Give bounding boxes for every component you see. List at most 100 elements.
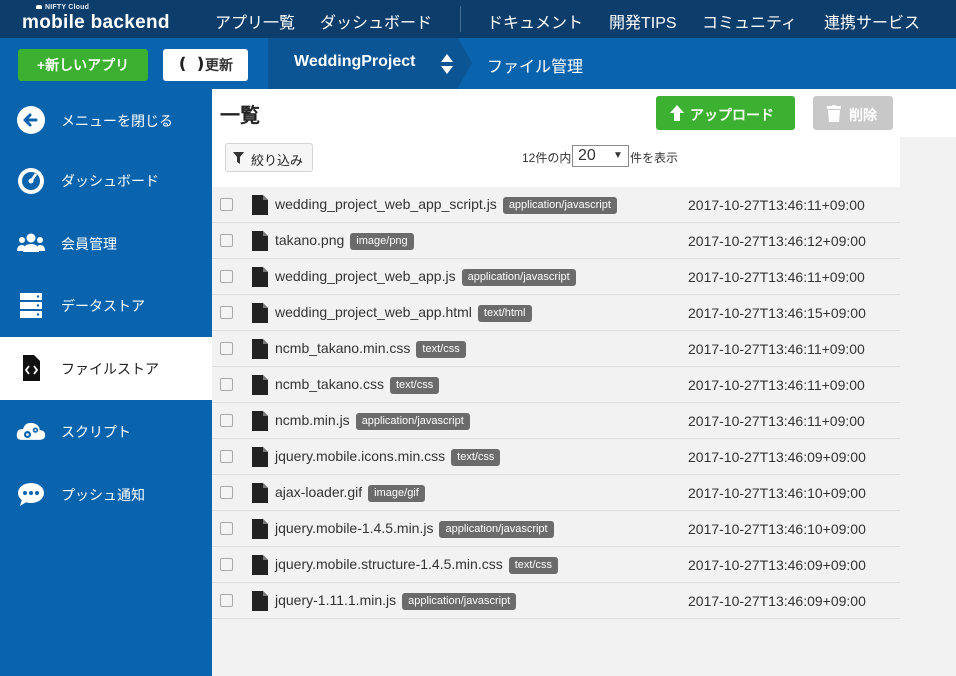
file-updated-date: 2017-10-27T13:46:11+09:00 [688, 413, 865, 429]
row-checkbox[interactable] [220, 594, 233, 607]
file-name[interactable]: jquery.mobile.structure-1.4.5.min.css [275, 556, 503, 572]
row-checkbox[interactable] [220, 198, 233, 211]
file-name-cell[interactable]: jquery-1.11.1.min.js application/javascri… [275, 592, 517, 610]
file-name-cell[interactable]: takano.png image/png [275, 232, 414, 250]
row-checkbox[interactable] [220, 522, 233, 535]
breadcrumb[interactable]: ファイル管理 [487, 53, 583, 77]
database-icon [20, 293, 42, 318]
nav-app-list[interactable]: アプリ一覧 [215, 9, 295, 33]
file-updated-date: 2017-10-27T13:46:11+09:00 [688, 377, 865, 393]
file-name[interactable]: ncmb.min.js [275, 412, 350, 428]
table-row[interactable]: jquery.mobile-1.4.5.min.js application/ja… [212, 511, 900, 547]
file-name-cell[interactable]: jquery.mobile.icons.min.css text/css [275, 448, 501, 466]
sidebar-item-users[interactable]: 会員管理 [0, 212, 212, 275]
file-updated-date: 2017-10-27T13:46:10+09:00 [688, 521, 866, 537]
file-icon [252, 483, 268, 503]
filter-icon [233, 152, 244, 164]
file-name-cell[interactable]: ncmb_takano.css text/css [275, 376, 440, 394]
nav-documents[interactable]: ドキュメント [487, 9, 583, 33]
row-checkbox[interactable] [220, 486, 233, 499]
refresh-button[interactable]: ❪ ❫ 更新 [163, 49, 248, 81]
mime-type-badge: application/javascript [355, 413, 470, 430]
table-row[interactable]: wedding_project_web_app.js application/ja… [212, 259, 900, 295]
row-checkbox[interactable] [220, 306, 233, 319]
file-name-cell[interactable]: ncmb.min.js application/javascript [275, 412, 470, 430]
gauge-icon [18, 168, 44, 194]
mime-type-badge: text/css [416, 341, 466, 358]
table-row[interactable]: jquery.mobile.icons.min.css text/css 2017-… [212, 439, 900, 475]
file-name[interactable]: ncmb_takano.css [275, 376, 384, 392]
table-row[interactable]: ncmb_takano.css text/css 2017-10-27T13:46:… [212, 367, 900, 403]
sidebar-item-dashboard[interactable]: ダッシュボード [0, 149, 212, 212]
file-icon [252, 591, 268, 611]
file-updated-date: 2017-10-27T13:46:11+09:00 [688, 341, 865, 357]
logo-small-text: NIFTY Cloud [36, 4, 89, 11]
table-row[interactable]: wedding_project_web_app_script.js applica… [212, 187, 900, 223]
file-icon [252, 519, 268, 539]
nav-tips[interactable]: 開発TIPS [609, 9, 677, 33]
file-name-cell[interactable]: ncmb_takano.min.css text/css [275, 340, 466, 358]
list-header: 一覧 アップロード 削除 絞り込み 12件の内 20 ▼ 件を表示 [212, 89, 900, 187]
file-name[interactable]: ajax-loader.gif [275, 484, 362, 500]
file-name[interactable]: jquery.mobile-1.4.5.min.js [275, 520, 433, 536]
row-checkbox[interactable] [220, 234, 233, 247]
nav-dashboard[interactable]: ダッシュボード [320, 9, 432, 33]
arrow-left-icon [17, 106, 45, 134]
sidebar-item-close-menu[interactable]: メニューを閉じる [0, 89, 212, 152]
new-app-button[interactable]: +新しいアプリ [18, 49, 148, 81]
file-name[interactable]: wedding_project_web_app_script.js [275, 196, 497, 212]
file-updated-date: 2017-10-27T13:46:11+09:00 [688, 197, 865, 213]
nav-community[interactable]: コミュニティ [702, 9, 797, 33]
sidebar-item-label: 会員管理 [61, 236, 117, 252]
nav-integrations[interactable]: 連携サービス [824, 9, 920, 33]
file-icon [252, 411, 268, 431]
filter-button[interactable]: 絞り込み [225, 143, 313, 172]
file-name-cell[interactable]: jquery.mobile.structure-1.4.5.min.css tex… [275, 556, 559, 574]
file-name[interactable]: jquery-1.11.1.min.js [275, 592, 396, 608]
mime-type-badge: image/png [350, 233, 414, 250]
file-name[interactable]: wedding_project_web_app.js [275, 268, 456, 284]
file-name-cell[interactable]: jquery.mobile-1.4.5.min.js application/ja… [275, 520, 554, 538]
table-row[interactable]: ajax-loader.gif image/gif 2017-10-27T13:46… [212, 475, 900, 511]
upload-button[interactable]: アップロード [656, 96, 795, 130]
mime-type-badge: application/javascript [502, 197, 617, 214]
file-name-cell[interactable]: wedding_project_web_app_script.js applica… [275, 196, 617, 214]
sidebar-item-filestore[interactable]: ファイルストア [0, 337, 212, 400]
sidebar-item-label: ダッシュボード [61, 173, 159, 189]
file-name[interactable]: takano.png [275, 232, 344, 248]
file-icon [252, 303, 268, 323]
logo[interactable]: NIFTY Cloud mobile backend [22, 4, 172, 34]
per-page-select[interactable]: 20 ▼ [572, 145, 629, 167]
table-row[interactable]: ncmb.min.js application/javascript 2017-10… [212, 403, 900, 439]
file-icon [252, 447, 268, 467]
row-checkbox[interactable] [220, 270, 233, 283]
file-name-cell[interactable]: wedding_project_web_app.html text/html [275, 304, 532, 322]
mime-type-badge: text/css [389, 377, 440, 394]
project-selector[interactable]: WeddingProject [268, 38, 472, 89]
top-navbar: NIFTY Cloud mobile backend アプリ一覧 ダッシュボード… [0, 0, 956, 38]
sidebar-item-push[interactable]: プッシュ通知 [0, 463, 212, 526]
table-row[interactable]: jquery.mobile.structure-1.4.5.min.css tex… [212, 547, 900, 583]
file-name-cell[interactable]: wedding_project_web_app.js application/ja… [275, 268, 576, 286]
row-checkbox[interactable] [220, 450, 233, 463]
mime-type-badge: application/javascript [461, 269, 576, 286]
table-row[interactable]: jquery-1.11.1.min.js application/javascri… [212, 583, 900, 619]
table-row[interactable]: ncmb_takano.min.css text/css 2017-10-27T13… [212, 331, 900, 367]
sidebar-item-datastore[interactable]: データストア [0, 274, 212, 337]
table-row[interactable]: takano.png image/png 2017-10-27T13:46:12+0… [212, 223, 900, 259]
file-icon [252, 267, 268, 287]
per-page-value: 20 [578, 147, 596, 164]
row-checkbox[interactable] [220, 558, 233, 571]
row-checkbox[interactable] [220, 378, 233, 391]
delete-button[interactable]: 削除 [813, 96, 893, 130]
file-name[interactable]: jquery.mobile.icons.min.css [275, 448, 445, 464]
row-checkbox[interactable] [220, 342, 233, 355]
table-row[interactable]: wedding_project_web_app.html text/html 201… [212, 295, 900, 331]
row-checkbox[interactable] [220, 414, 233, 427]
file-name[interactable]: wedding_project_web_app.html [275, 304, 472, 320]
sidebar-item-script[interactable]: スクリプト [0, 400, 212, 463]
file-name-cell[interactable]: ajax-loader.gif image/gif [275, 484, 425, 502]
upload-label: アップロード [690, 107, 774, 123]
file-name[interactable]: ncmb_takano.min.css [275, 340, 410, 356]
app-toolbar: +新しいアプリ ❪ ❫ 更新 WeddingProject ファイル管理 [0, 38, 956, 89]
